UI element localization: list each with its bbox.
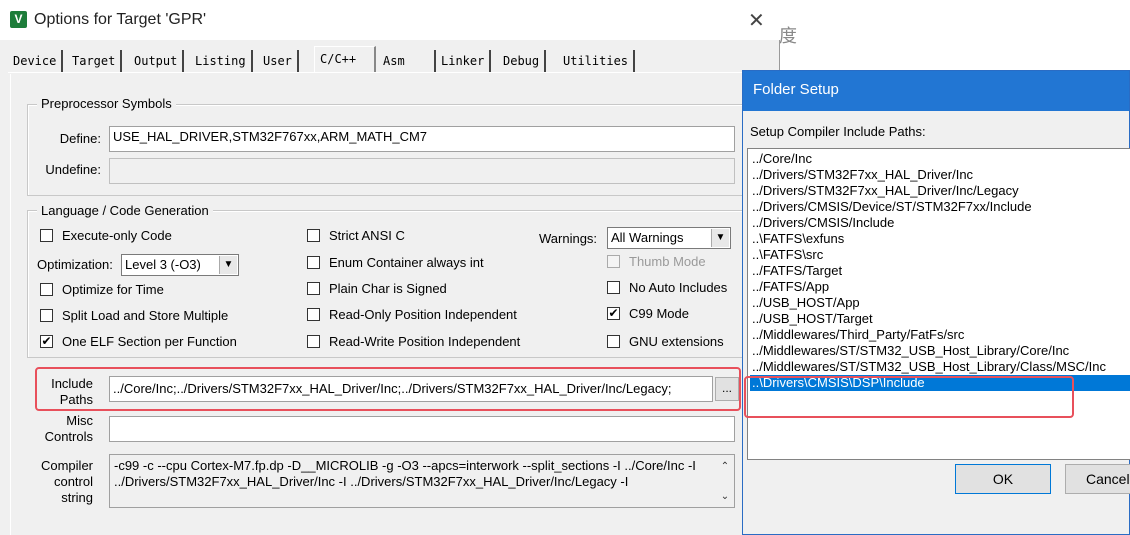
- list-item[interactable]: ../FATFS/Target: [750, 263, 1130, 279]
- chevron-down-icon[interactable]: ▼: [219, 256, 237, 274]
- split-load-checkbox[interactable]: [40, 309, 53, 322]
- list-item[interactable]: ../Drivers/CMSIS/Include: [750, 215, 1130, 231]
- tab-asm[interactable]: Asm: [378, 50, 436, 72]
- list-item[interactable]: ../USB_HOST/Target: [750, 311, 1130, 327]
- thumb-mode-checkbox: [607, 255, 620, 268]
- optimize-time-checkbox[interactable]: [40, 283, 53, 296]
- enum-container-label: Enum Container always int: [329, 255, 484, 270]
- compiler-control-line1: -c99 -c --cpu Cortex-M7.fp.dp -D__MICROL…: [114, 458, 696, 473]
- tab-utilities[interactable]: Utilities: [558, 50, 636, 72]
- compiler-control-label: Compiler control string: [35, 458, 93, 506]
- ok-button[interactable]: OK: [955, 464, 1051, 494]
- warnings-select[interactable]: All Warnings ▼: [607, 227, 731, 249]
- define-label: Define:: [59, 131, 101, 146]
- plain-char-label: Plain Char is Signed: [329, 281, 447, 296]
- list-item[interactable]: ../FATFS/App: [750, 279, 1130, 295]
- list-item[interactable]: ../USB_HOST/App: [750, 295, 1130, 311]
- misc-controls-input[interactable]: [109, 416, 735, 442]
- c99-mode-label: C99 Mode: [629, 306, 689, 321]
- strict-ansi-checkbox[interactable]: [307, 229, 320, 242]
- rw-position-label: Read-Write Position Independent: [329, 334, 521, 349]
- list-item[interactable]: ../Drivers/CMSIS/Device/ST/STM32F7xx/Inc…: [750, 199, 1130, 215]
- folder-setup-label: Setup Compiler Include Paths:: [750, 124, 926, 139]
- optimization-label: Optimization:: [37, 257, 113, 272]
- split-load-label: Split Load and Store Multiple: [62, 308, 229, 323]
- optimize-time-label: Optimize for Time: [62, 282, 164, 297]
- tab-target[interactable]: Target: [67, 50, 123, 72]
- ro-position-label: Read-Only Position Independent: [329, 307, 517, 322]
- tab-listing[interactable]: Listing: [190, 50, 253, 72]
- compiler-control-line2: ../Drivers/STM32F7xx_HAL_Driver/Inc -I .…: [114, 474, 629, 489]
- close-icon[interactable]: ✕: [748, 8, 765, 32]
- thumb-mode-label: Thumb Mode: [629, 254, 706, 269]
- scroll-up-icon[interactable]: ⌃: [717, 459, 733, 475]
- window-title: Options for Target 'GPR': [34, 11, 207, 28]
- list-item[interactable]: ../Middlewares/Third_Party/FatFs/src: [750, 327, 1130, 343]
- new-path-highlight: [744, 376, 1074, 418]
- list-item[interactable]: ../Drivers/STM32F7xx_HAL_Driver/Inc/Lega…: [750, 183, 1130, 199]
- one-elf-label: One ELF Section per Function: [62, 334, 237, 349]
- options-dialog: V Options for Target 'GPR' ✕ Device Targ…: [0, 0, 780, 535]
- no-auto-includes-checkbox[interactable]: [607, 281, 620, 294]
- execute-only-label: Execute-only Code: [62, 228, 172, 243]
- titlebar: V Options for Target 'GPR' ✕: [0, 0, 780, 40]
- keil-app-icon: V: [10, 11, 27, 28]
- optimization-select[interactable]: Level 3 (-O3) ▼: [121, 254, 239, 276]
- list-item[interactable]: ../Drivers/STM32F7xx_HAL_Driver/Inc: [750, 167, 1130, 183]
- cc-panel: Preprocessor Symbols Define: USE_HAL_DRI…: [10, 74, 770, 535]
- rw-position-checkbox[interactable]: [307, 335, 320, 348]
- list-item[interactable]: ../Middlewares/ST/STM32_USB_Host_Library…: [750, 343, 1130, 359]
- enum-container-checkbox[interactable]: [307, 256, 320, 269]
- scroll-down-icon[interactable]: ⌄: [717, 489, 733, 505]
- list-item[interactable]: ../Middlewares/ST/STM32_USB_Host_Library…: [750, 359, 1130, 375]
- compiler-control-label-line3: string: [61, 490, 93, 505]
- language-group-label: Language / Code Generation: [37, 203, 213, 218]
- undefine-label: Undefine:: [45, 162, 101, 177]
- folder-setup-title: Folder Setup: [743, 71, 1129, 111]
- warnings-value: All Warnings: [611, 230, 684, 245]
- tab-user[interactable]: User: [258, 50, 299, 72]
- gnu-extensions-label: GNU extensions: [629, 334, 724, 349]
- execute-only-checkbox[interactable]: [40, 229, 53, 242]
- cancel-button[interactable]: Cancel: [1065, 464, 1130, 494]
- background-glyph: 度: [779, 26, 797, 47]
- tab-debug[interactable]: Debug: [498, 50, 547, 72]
- list-item[interactable]: ../Core/Inc: [750, 151, 1130, 167]
- list-item[interactable]: ..\FATFS\exfuns: [750, 231, 1130, 247]
- preprocessor-group-label: Preprocessor Symbols: [37, 96, 176, 111]
- undefine-input[interactable]: [109, 158, 735, 184]
- compiler-control-textarea[interactable]: -c99 -c --cpu Cortex-M7.fp.dp -D__MICROL…: [109, 454, 735, 508]
- gnu-extensions-checkbox[interactable]: [607, 335, 620, 348]
- ro-position-checkbox[interactable]: [307, 308, 320, 321]
- misc-controls-label: Misc Controls: [35, 413, 93, 445]
- chevron-down-icon[interactable]: ▼: [711, 229, 729, 247]
- define-input[interactable]: USE_HAL_DRIVER,STM32F767xx,ARM_MATH_CM7: [109, 126, 735, 152]
- warnings-label: Warnings:: [539, 231, 598, 246]
- plain-char-checkbox[interactable]: [307, 282, 320, 295]
- compiler-control-scrollbar[interactable]: ⌃ ⌄: [717, 456, 733, 506]
- strict-ansi-label: Strict ANSI C: [329, 228, 405, 243]
- c99-mode-checkbox[interactable]: ✔: [607, 307, 620, 320]
- misc-controls-label-line2: Controls: [44, 429, 93, 444]
- misc-controls-label-line1: Misc: [66, 413, 93, 428]
- tab-linker[interactable]: Linker: [436, 50, 492, 72]
- list-item[interactable]: ..\FATFS\src: [750, 247, 1130, 263]
- no-auto-includes-label: No Auto Includes: [629, 280, 728, 295]
- include-paths-highlight: [35, 367, 741, 411]
- optimization-value: Level 3 (-O3): [125, 257, 201, 272]
- folder-setup-dialog: Folder Setup Setup Compiler Include Path…: [742, 70, 1130, 535]
- compiler-control-label-line2: control: [53, 474, 93, 489]
- compiler-control-label-line1: Compiler: [40, 458, 93, 473]
- one-elf-checkbox[interactable]: ✔: [40, 335, 53, 348]
- tab-output[interactable]: Output: [129, 50, 185, 72]
- tab-device[interactable]: Device: [8, 50, 64, 72]
- tab-cc[interactable]: C/C++: [314, 46, 376, 72]
